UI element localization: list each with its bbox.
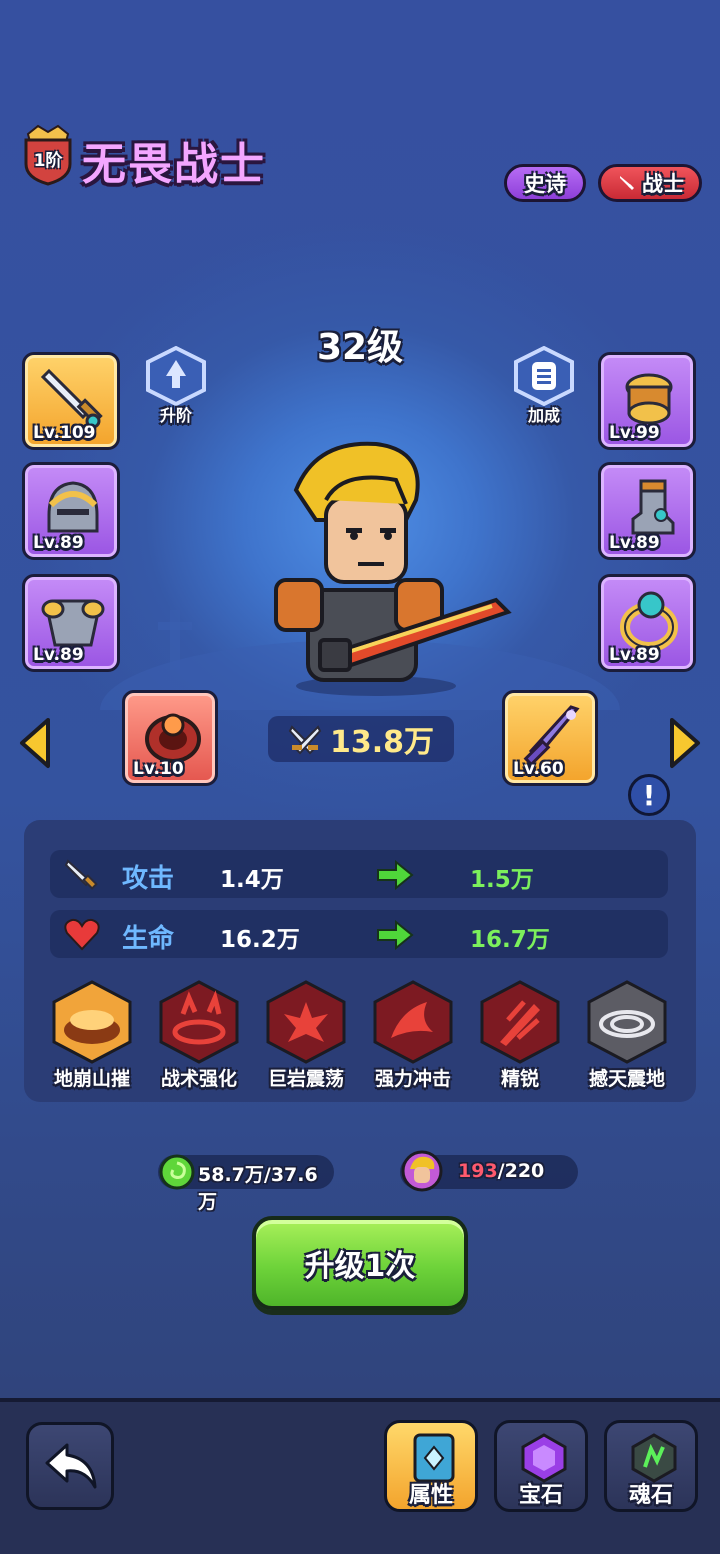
stat-next: 1.5万 <box>470 867 534 893</box>
class-label: 战士 <box>642 172 684 196</box>
hero-character <box>274 441 512 696</box>
equip-level: Lv.10 <box>133 759 184 779</box>
tab-label: 属性 <box>408 1483 453 1508</box>
back-button[interactable] <box>26 1422 114 1510</box>
hero-portrait-icon <box>401 1150 443 1192</box>
equip-slot-armor[interactable]: Lv.89 <box>22 574 120 672</box>
skill-tactics[interactable]: 战术强化 <box>147 980 251 1091</box>
tab-attributes[interactable]: 属性 <box>384 1420 478 1512</box>
tab-gems[interactable]: 宝石 <box>494 1420 588 1512</box>
prev-hero-arrow[interactable] <box>18 716 52 770</box>
stat-current: 16.2万 <box>220 927 300 953</box>
ascend-icon <box>146 345 206 407</box>
skill-name: 精锐 <box>500 1068 539 1090</box>
exp-resource: 58.7万/37.6万 <box>158 1154 334 1213</box>
power-value: 13.8万 <box>329 725 435 760</box>
rarity-tag[interactable]: 史诗 <box>504 164 586 202</box>
equip-level: Lv.89 <box>33 533 84 553</box>
skill-name: 战术强化 <box>160 1068 237 1090</box>
tab-label: 宝石 <box>518 1483 563 1508</box>
stat-row-hp: 生命 16.2万 16.7万 <box>50 910 668 958</box>
equip-slot-helmet[interactable]: Lv.89 <box>22 462 120 560</box>
skill-rock-blast[interactable]: 巨岩震荡 <box>254 980 358 1091</box>
stat-name: 攻击 <box>122 864 175 894</box>
skill-elite[interactable]: 精锐 <box>468 980 572 1091</box>
stat-row-attack: 攻击 1.4万 1.5万 <box>50 850 668 898</box>
equip-level: Lv.89 <box>33 645 84 665</box>
back-arrow-icon <box>45 1443 97 1489</box>
elite-icon <box>480 980 560 1064</box>
exclamation-icon: ! <box>642 778 656 812</box>
next-hero-arrow[interactable] <box>668 716 702 770</box>
arrow-right-icon <box>377 920 414 950</box>
combat-power: 13.8万 <box>268 716 454 762</box>
shards-current: 193 <box>458 1160 498 1182</box>
hero-shard-resource: 193/220 <box>400 1150 578 1192</box>
equip-slot-ring[interactable]: Lv.89 <box>598 574 696 672</box>
equip-level: Lv.89 <box>609 533 660 553</box>
shards-total: /220 <box>497 1160 545 1182</box>
sword-icon <box>620 176 634 190</box>
arrow-right-icon <box>377 860 414 890</box>
earthquake-icon <box>52 980 132 1064</box>
rank-label: 1阶 <box>33 151 63 171</box>
equip-level: Lv.89 <box>609 645 660 665</box>
info-button[interactable]: ! <box>628 774 670 816</box>
equip-slot-bracer[interactable]: Lv.99 <box>598 352 696 450</box>
skill-name: 撼天震地 <box>588 1068 665 1090</box>
rock-blast-icon <box>266 980 346 1064</box>
skill-name: 巨岩震荡 <box>267 1068 344 1090</box>
exp-value: 58.7万/37.6万 <box>198 1164 318 1213</box>
sword-icon <box>64 859 98 890</box>
bonus-button[interactable]: 加成 <box>512 345 576 425</box>
rarity-label: 史诗 <box>524 172 566 196</box>
hero-name: 无畏战士 <box>82 139 266 190</box>
equip-slot-weapon[interactable]: Lv.109 <box>22 352 120 450</box>
equip-level: Lv.60 <box>513 759 564 779</box>
list-icon <box>514 345 574 407</box>
equip-slot-artifact-ring[interactable]: Lv.10 <box>122 690 218 786</box>
skill-vortex[interactable]: 撼天震地 <box>575 980 679 1091</box>
background <box>0 0 720 1554</box>
stat-current: 1.4万 <box>220 867 284 893</box>
upgrade-button[interactable]: 升级1次 <box>252 1216 468 1310</box>
equip-level: Lv.99 <box>609 423 660 443</box>
crossed-swords-icon <box>288 725 322 755</box>
skill-impact[interactable]: 强力冲击 <box>361 980 465 1091</box>
shards-count: 193/220 <box>458 1160 544 1182</box>
skill-earthquake[interactable]: 地崩山摧 <box>40 980 144 1091</box>
tab-label: 魂石 <box>628 1483 673 1508</box>
exp-orb-icon <box>159 1154 195 1190</box>
equip-level: Lv.109 <box>33 423 96 443</box>
class-tag[interactable]: 战士 <box>598 164 702 202</box>
stat-name: 生命 <box>122 924 175 954</box>
ascend-button[interactable]: 升阶 <box>144 345 208 425</box>
vortex-icon <box>587 980 667 1064</box>
stat-next: 16.7万 <box>470 927 550 953</box>
tactics-icon <box>159 980 239 1064</box>
tab-soul-stones[interactable]: 魂石 <box>604 1420 698 1512</box>
skill-name: 强力冲击 <box>374 1068 451 1090</box>
skill-name: 地崩山摧 <box>53 1068 130 1090</box>
equip-slot-artifact-sword[interactable]: Lv.60 <box>502 690 598 786</box>
impact-icon <box>373 980 453 1064</box>
heart-icon <box>64 918 100 951</box>
equip-slot-boots[interactable]: Lv.89 <box>598 462 696 560</box>
